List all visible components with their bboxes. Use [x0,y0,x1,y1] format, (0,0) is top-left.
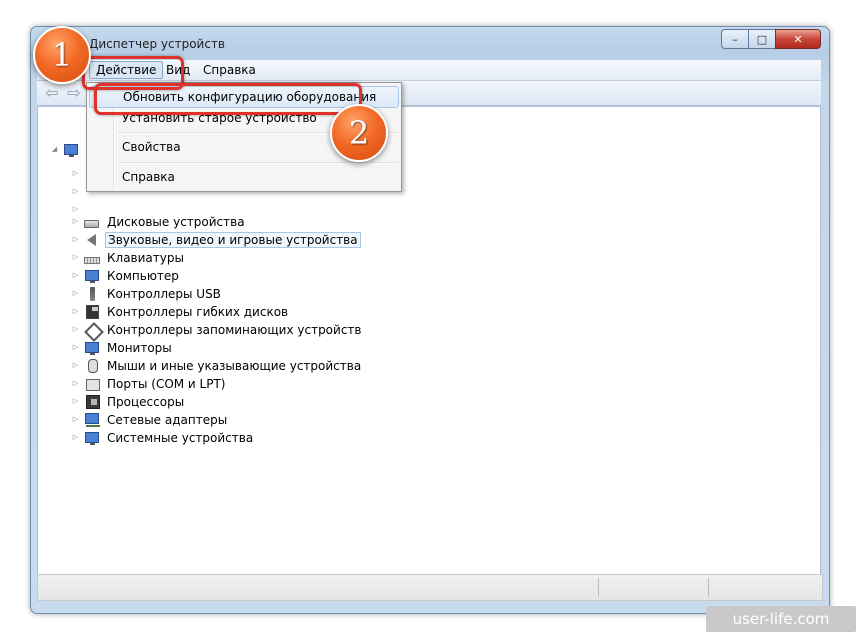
computer-icon [63,143,79,157]
tree-item-keyboards[interactable]: ▷ Клавиатуры [71,249,186,266]
monitor-icon [84,341,100,355]
tree-item-label: Контроллеры USB [107,286,221,301]
collapse-arrow-icon[interactable]: ◢ [50,145,59,154]
tree-node[interactable]: ▷ [71,183,84,200]
tree-item-floppy-controllers[interactable]: ▷ Контроллеры гибких дисков [71,303,290,320]
disk-drive-icon [84,215,100,229]
maximize-button[interactable]: □ [748,29,776,49]
expand-arrow-icon[interactable]: ▷ [71,433,80,442]
tree-node[interactable]: ▷ [71,165,84,182]
tree-item-network-adapters[interactable]: ▷ Сетевые адаптеры [71,411,229,428]
port-icon [84,377,100,391]
title-bar[interactable]: Диспетчер устройств – □ ✕ [31,27,829,59]
floppy-icon [84,304,100,319]
menu-item-help[interactable]: Справка [89,166,399,188]
system-devices-icon [84,431,100,445]
usb-icon [84,286,100,301]
tree-item-label: Контроллеры гибких дисков [107,304,289,319]
tree-item-disk-drives[interactable]: ▷ Дисковые устройства [71,213,247,230]
expand-arrow-icon[interactable]: ▷ [71,271,80,280]
arrow-right-icon[interactable]: ⇨ [65,85,83,101]
window-title: Диспетчер устройств [89,37,226,51]
arrow-left-icon[interactable]: ⇦ [43,85,61,101]
tree-item-sound-devices[interactable]: ▷ Звуковые, видео и игровые устройства [71,231,361,248]
expand-arrow-icon[interactable]: ▷ [71,307,80,316]
computer-icon [84,269,100,283]
storage-controller-icon [84,321,104,342]
step-badge-2: 2 [330,104,388,162]
tree-item-label: Дисковые устройства [107,214,245,229]
menu-separator [117,162,398,164]
expand-arrow-icon[interactable]: ▷ [71,325,80,334]
tree-item-label: Звуковые, видео и игровые устройства [105,231,361,248]
tree-root[interactable]: ◢ [50,141,84,158]
tree-item-label: Процессоры [107,394,185,409]
expand-arrow-icon[interactable]: ▷ [71,397,80,406]
keyboard-icon [84,251,100,265]
tree-item-mice[interactable]: ▷ Мыши и иные указывающие устройства [71,357,363,374]
network-adapter-icon [84,412,100,427]
tree-item-label: Мыши и иные указывающие устройства [107,358,362,373]
watermark: user-life.com [706,606,856,632]
processor-icon [84,394,100,409]
mouse-icon [84,358,100,373]
close-button[interactable]: ✕ [775,29,821,49]
status-bar [37,574,823,601]
expand-arrow-icon[interactable]: ▷ [71,343,80,352]
highlight-scan-hardware [94,83,362,115]
status-divider [708,578,709,597]
expand-arrow-icon[interactable]: ▷ [71,361,80,370]
expand-arrow-icon[interactable]: ▷ [71,379,80,388]
expand-arrow-icon[interactable]: ▷ [71,235,80,244]
tree-item-label: Контроллеры запоминающих устройств [107,322,362,337]
tree-item-system-devices[interactable]: ▷ Системные устройства [71,429,255,446]
tree-item-processors[interactable]: ▷ Процессоры [71,393,186,410]
tree-item-label: Сетевые адаптеры [107,412,228,427]
expand-arrow-icon[interactable]: ▷ [71,289,80,298]
expand-arrow-icon[interactable]: ▷ [71,253,80,262]
status-divider [598,578,599,597]
tree-item-label: Клавиатуры [107,250,184,265]
step-badge-1: 1 [33,26,91,84]
tree-item-monitors[interactable]: ▷ Мониторы [71,339,174,356]
window-controls: – □ ✕ [721,29,821,49]
tree-item-storage-controllers[interactable]: ▷ Контроллеры запоминающих устройств [71,321,363,342]
minimize-button[interactable]: – [721,29,749,49]
menu-help[interactable]: Справка [197,62,262,78]
tree-item-label: Системные устройства [107,430,254,445]
expand-arrow-icon[interactable]: ▷ [71,217,80,226]
tree-item-usb-controllers[interactable]: ▷ Контроллеры USB [71,285,223,302]
expand-arrow-icon[interactable]: ▷ [71,415,80,424]
tree-item-label: Компьютер [107,268,179,283]
tree-item-ports[interactable]: ▷ Порты (COM и LPT) [71,375,227,392]
tree-item-label: Мониторы [107,340,172,355]
tree-item-computer[interactable]: ▷ Компьютер [71,267,181,284]
speaker-icon [84,233,100,247]
tree-item-label: Порты (COM и LPT) [107,376,226,391]
